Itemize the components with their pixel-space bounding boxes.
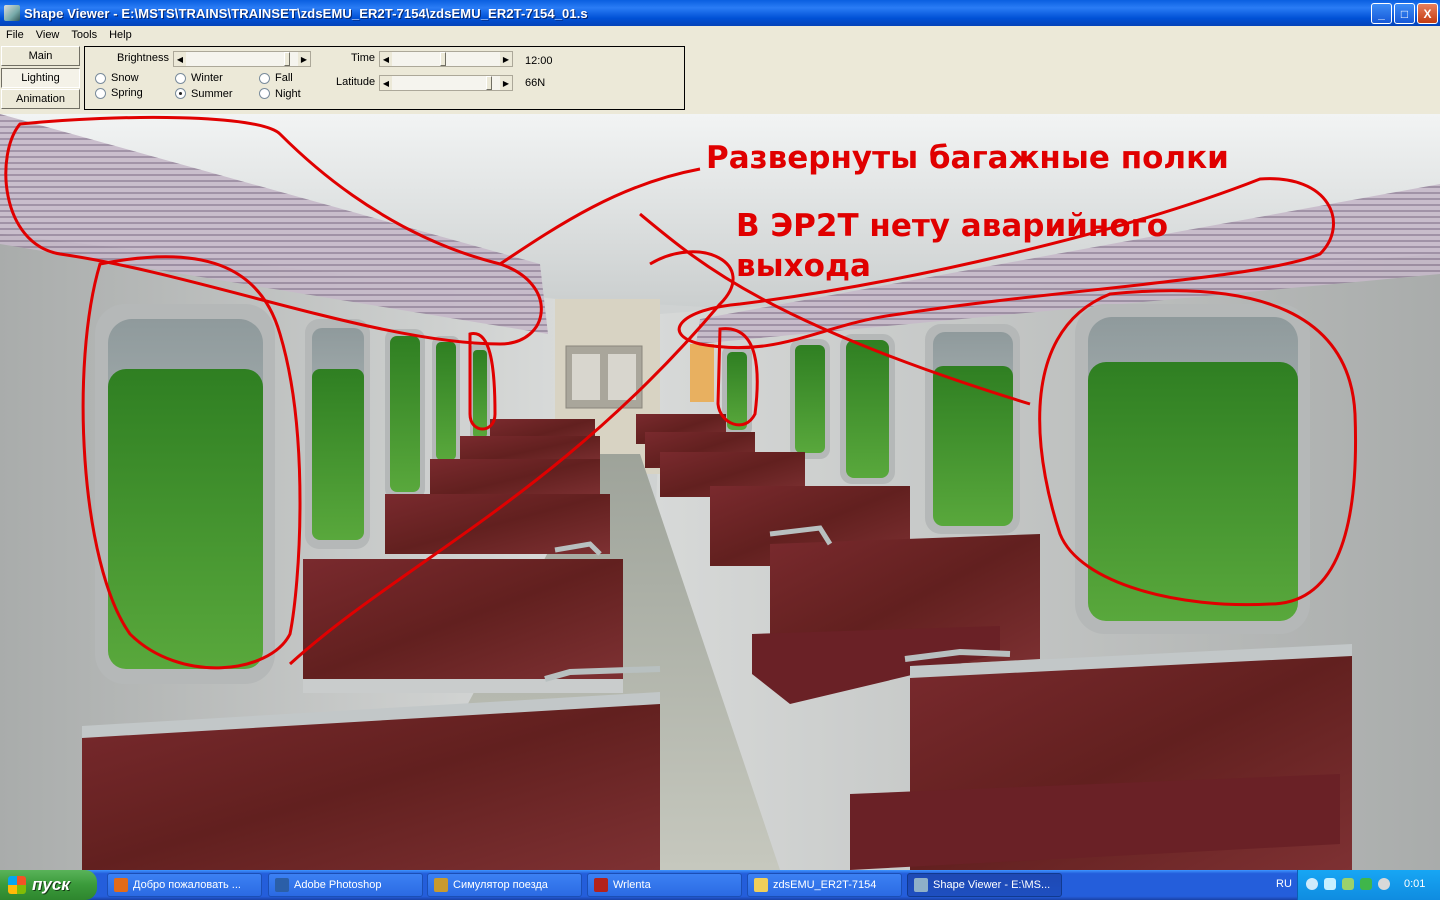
task-label: Wrlenta xyxy=(613,879,651,891)
radio-winter[interactable] xyxy=(175,73,186,84)
arrow-right-icon[interactable]: ▶ xyxy=(500,52,512,66)
main-button[interactable]: Main xyxy=(1,46,80,66)
radio-fall[interactable] xyxy=(259,73,270,84)
task-label: Добро пожаловать ... xyxy=(133,879,241,891)
annotation-exit-line2: выхода xyxy=(736,248,871,284)
train-simulator-icon xyxy=(434,878,448,892)
label-winter: Winter xyxy=(191,72,223,84)
app-icon xyxy=(4,5,20,21)
task-shape-viewer[interactable]: Shape Viewer - E:\MS... xyxy=(907,873,1062,897)
latitude-value: 66N xyxy=(525,77,546,89)
menu-view[interactable]: View xyxy=(30,29,66,41)
radio-spring[interactable] xyxy=(95,88,106,99)
maximize-button[interactable]: □ xyxy=(1394,3,1415,24)
language-indicator[interactable]: RU xyxy=(1276,878,1292,890)
radio-night[interactable] xyxy=(259,88,270,99)
windows-logo-icon xyxy=(8,876,26,894)
menu-tools[interactable]: Tools xyxy=(65,29,103,41)
lighting-button[interactable]: Lighting xyxy=(1,68,80,88)
radio-snow[interactable] xyxy=(95,73,106,84)
network-icon[interactable] xyxy=(1324,878,1336,890)
photoshop-icon xyxy=(275,878,289,892)
slider-thumb[interactable] xyxy=(486,76,492,90)
time-value: 12:00 xyxy=(525,55,553,67)
shape-viewer-icon xyxy=(914,878,928,892)
firefox-icon xyxy=(114,878,128,892)
label-night: Night xyxy=(275,88,301,100)
arrow-left-icon[interactable]: ◀ xyxy=(174,52,186,66)
annotation-shelves: Развернуты багажные полки xyxy=(706,140,1229,176)
wrlenta-icon xyxy=(594,878,608,892)
minimize-button[interactable]: _ xyxy=(1371,3,1392,24)
menu-help[interactable]: Help xyxy=(103,29,138,41)
clock[interactable]: 0:01 xyxy=(1404,878,1425,890)
task-label: Симулятор поезда xyxy=(453,879,548,891)
start-label: пуск xyxy=(32,875,70,894)
annotation-exit-line1: В ЭР2Т нету аварийного xyxy=(736,208,1169,244)
latitude-label: Latitude xyxy=(336,76,376,88)
taskbar: пуск Добро пожаловать ... Adobe Photosho… xyxy=(0,870,1440,900)
label-spring: Spring xyxy=(111,87,143,99)
task-wrlenta[interactable]: Wrlenta xyxy=(587,873,742,897)
brightness-label: Brightness xyxy=(117,52,169,64)
3d-viewport[interactable]: Развернуты багажные полки В ЭР2Т нету ав… xyxy=(0,114,1440,870)
task-label: Adobe Photoshop xyxy=(294,879,382,891)
task-train-simulator[interactable]: Симулятор поезда xyxy=(427,873,582,897)
tray-expand-icon[interactable] xyxy=(1306,878,1318,890)
control-panel: Main Lighting Animation Brightness ◀ ▶ S… xyxy=(0,44,1440,114)
task-label: Shape Viewer - E:\MS... xyxy=(933,879,1051,891)
label-fall: Fall xyxy=(275,72,293,84)
task-browser[interactable]: Добро пожаловать ... xyxy=(107,873,262,897)
animation-button[interactable]: Animation xyxy=(1,89,80,109)
security-icon[interactable] xyxy=(1342,878,1354,890)
time-label: Time xyxy=(351,52,376,64)
arrow-left-icon[interactable]: ◀ xyxy=(380,52,392,66)
arrow-right-icon[interactable]: ▶ xyxy=(500,76,512,90)
arrow-right-icon[interactable]: ▶ xyxy=(298,52,310,66)
update-icon[interactable] xyxy=(1360,878,1372,890)
task-folder[interactable]: zdsEMU_ER2T-7154 xyxy=(747,873,902,897)
task-label: zdsEMU_ER2T-7154 xyxy=(773,879,877,891)
label-snow: Snow xyxy=(111,72,139,84)
label-summer: Summer xyxy=(191,88,233,100)
latitude-slider[interactable]: ◀ ▶ xyxy=(379,75,513,91)
arrow-left-icon[interactable]: ◀ xyxy=(380,76,392,90)
system-tray: 0:01 xyxy=(1297,870,1440,900)
volume-icon[interactable] xyxy=(1378,878,1390,890)
radio-summer[interactable] xyxy=(175,88,186,99)
start-button[interactable]: пуск xyxy=(0,870,97,900)
task-photoshop[interactable]: Adobe Photoshop xyxy=(268,873,423,897)
window-titlebar[interactable]: Shape Viewer - E:\MSTS\TRAINS\TRAINSET\z… xyxy=(0,0,1440,26)
close-button[interactable]: X xyxy=(1417,3,1438,24)
brightness-slider[interactable]: ◀ ▶ xyxy=(173,51,311,67)
slider-thumb[interactable] xyxy=(440,52,446,66)
window-title: Shape Viewer - E:\MSTS\TRAINS\TRAINSET\z… xyxy=(24,5,588,21)
menu-file[interactable]: File xyxy=(0,29,30,41)
time-slider[interactable]: ◀ ▶ xyxy=(379,51,513,67)
train-interior-render xyxy=(0,114,1440,870)
folder-icon xyxy=(754,878,768,892)
lighting-group: Brightness ◀ ▶ Snow Winter Fall Spring S… xyxy=(84,46,685,110)
menu-bar: File View Tools Help xyxy=(0,26,1440,44)
slider-thumb[interactable] xyxy=(284,52,290,66)
